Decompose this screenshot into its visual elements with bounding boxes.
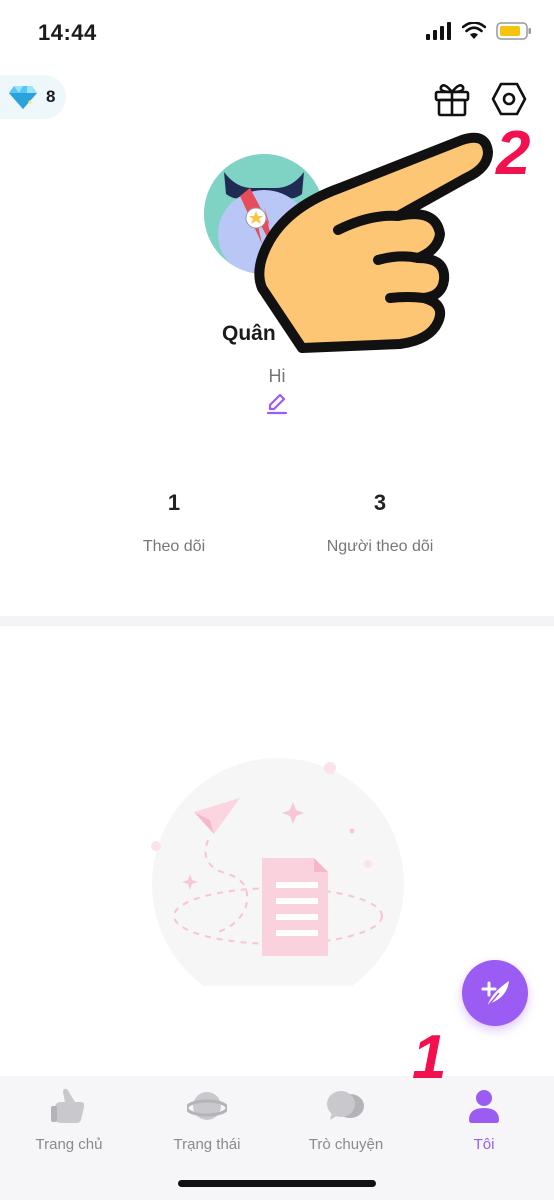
edit-bio-button[interactable]	[265, 392, 289, 416]
nav-item-me[interactable]: Tôi	[415, 1086, 553, 1153]
settings-button[interactable]	[490, 80, 528, 118]
signal-icon	[426, 22, 451, 40]
planet-icon	[187, 1092, 227, 1120]
status-time: 14:44	[38, 20, 97, 45]
following-count: 1	[167, 490, 181, 515]
empty-state-illustration	[148, 756, 408, 1010]
battery-icon	[496, 22, 531, 40]
profile-icon	[469, 1090, 499, 1123]
diamond-badge[interactable]: 8	[0, 75, 66, 119]
pointing-hand-icon	[254, 132, 493, 353]
section-divider	[0, 616, 554, 626]
status-icons	[426, 22, 532, 40]
nav-item-status[interactable]: Trạng thái	[138, 1086, 276, 1153]
pointing-hand-annotation	[240, 118, 510, 378]
nav-label-me: Tôi	[473, 1136, 495, 1153]
gift-icon	[434, 84, 470, 117]
step-2-label: 2	[496, 119, 531, 188]
following-label: Theo dõi	[142, 538, 206, 555]
followers-stat[interactable]: 3 Người theo dõi	[280, 490, 480, 556]
empty-document-icon	[151, 758, 404, 1010]
nav-label-home: Trang chủ	[35, 1136, 103, 1153]
gift-button[interactable]	[432, 80, 472, 118]
chat-icon	[327, 1091, 364, 1120]
diamond-icon	[9, 86, 37, 109]
create-post-button[interactable]	[462, 960, 528, 1026]
home-hand-icon	[51, 1088, 85, 1123]
followers-count: 3	[373, 490, 387, 515]
diamond-count: 8	[46, 87, 56, 106]
nav-label-chat: Trò chuyện	[308, 1136, 384, 1153]
step-1-label: 1	[412, 1023, 447, 1092]
home-indicator	[178, 1180, 376, 1187]
status-bar: 14:44	[0, 0, 554, 70]
nav-item-chat[interactable]: Trò chuyện	[277, 1086, 415, 1153]
followers-label: Người theo dõi	[326, 538, 434, 555]
wifi-icon	[462, 22, 486, 39]
nav-item-home[interactable]: Trang chủ	[0, 1086, 138, 1153]
compose-icon	[481, 981, 509, 1008]
following-stat[interactable]: 1 Theo dõi	[74, 490, 274, 556]
settings-icon	[491, 82, 527, 116]
edit-icon	[266, 393, 288, 415]
nav-label-status: Trạng thái	[173, 1136, 241, 1153]
